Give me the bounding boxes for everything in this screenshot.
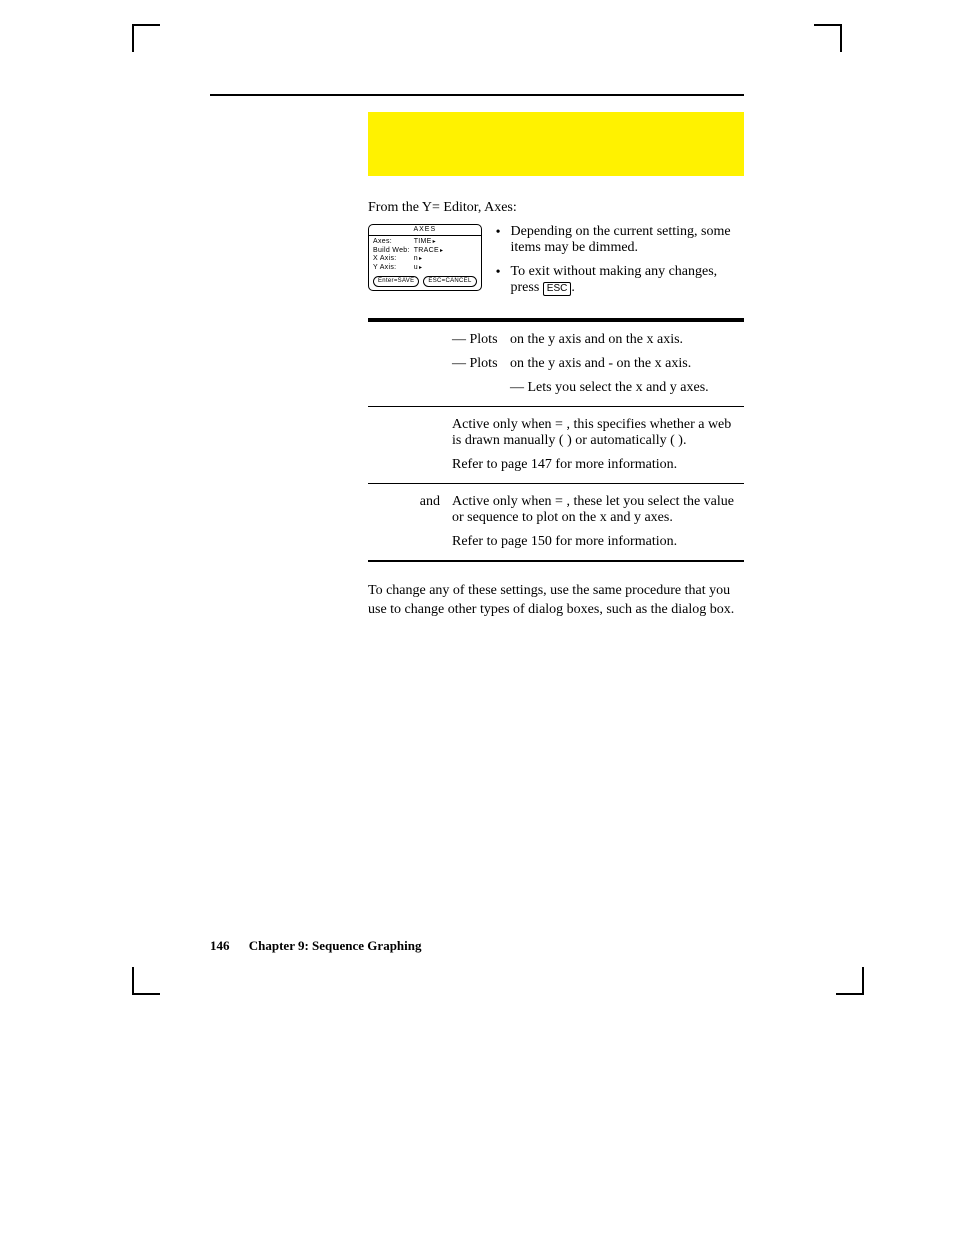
closing-paragraph: To change any of these settings, use the… [368, 582, 744, 620]
page-content: From the Y= Editor, Axes: AXES Axes: Bui… [210, 94, 744, 634]
dialog-value: n [414, 255, 444, 263]
notes-bullets: Depending on the current setting, some i… [496, 224, 744, 304]
axes-custom-line: — Lets you select the x and y axes. [452, 380, 744, 396]
row-body: Active only when = , these let you selec… [452, 494, 744, 550]
desc-text: ) or automatically ( [567, 433, 675, 448]
xaxis-yaxis-line: Active only when = , these let you selec… [452, 494, 744, 526]
row-body: — Plots on the y axis and on the x axis.… [452, 332, 744, 396]
desc-dash: — Plots [452, 356, 498, 372]
bullet-text-part: To exit without making any changes, pres… [511, 264, 718, 295]
row-body: Active only when = , this specifies whet… [452, 417, 744, 473]
desc-dash: — Plots [452, 332, 498, 348]
dialog-value: TIME [414, 238, 444, 246]
axes-dialog-buttons: Enter=SAVE ESC=CANCEL [369, 274, 481, 290]
description-table: — Plots on the y axis and on the x axis.… [368, 320, 744, 562]
dialog-values-column: TIME TRACE n u [414, 238, 444, 272]
table-row: Active only when = , this specifies whet… [368, 407, 744, 484]
esc-key: ESC [543, 282, 572, 296]
top-rule [210, 94, 744, 96]
crop-mark-bottom-right [836, 967, 864, 995]
dialog-labels-column: Axes: Build Web: X Axis: Y Axis: [373, 238, 410, 272]
desc-text: ). [678, 433, 686, 448]
intro-text: From the Y= Editor, Axes: [368, 200, 744, 216]
desc-text: — Lets you select the x and y axes. [510, 380, 709, 395]
bullet-item: To exit without making any changes, pres… [496, 264, 744, 296]
chapter-title: Chapter 9: Sequence Graphing [249, 938, 422, 953]
desc-text: on the x axis. [617, 356, 692, 371]
axes-time-line: — Plots on the y axis and on the x axis. [452, 332, 744, 348]
dialog-label: Y Axis: [373, 264, 410, 272]
closing-text-b: dialog box. [671, 602, 734, 617]
dialog-value: TRACE [414, 247, 444, 255]
axes-dialog: AXES Axes: Build Web: X Axis: Y Axis: TI… [368, 224, 482, 291]
content-column: From the Y= Editor, Axes: AXES Axes: Bui… [368, 112, 744, 620]
row-label: and [368, 494, 452, 550]
desc-text: on the x axis. [608, 332, 683, 347]
desc-text: = [555, 494, 566, 509]
crop-mark-top-right [814, 24, 842, 52]
bullet-item: Depending on the current setting, some i… [496, 224, 744, 256]
axes-dialog-body: Axes: Build Web: X Axis: Y Axis: TIME TR… [369, 236, 481, 274]
refer-text: Refer to page 147 for more information. [452, 457, 744, 473]
dialog-save-button: Enter=SAVE [373, 276, 419, 287]
desc-text: on the y axis and [510, 356, 608, 371]
notes-row: AXES Axes: Build Web: X Axis: Y Axis: TI… [368, 224, 744, 304]
crop-mark-top-left [132, 24, 160, 52]
dialog-label: Build Web: [373, 247, 410, 255]
highlight-block [368, 112, 744, 176]
desc-text: Active only when [452, 417, 555, 432]
row-label [368, 332, 452, 396]
page-number: 146 [210, 938, 230, 953]
buildweb-line: Active only when = , this specifies whet… [452, 417, 744, 449]
crop-mark-bottom-left [132, 967, 160, 995]
dialog-label: X Axis: [373, 255, 410, 263]
dialog-cancel-button: ESC=CANCEL [423, 276, 476, 287]
table-row: — Plots on the y axis and on the x axis.… [368, 320, 744, 407]
bullet-text: To exit without making any changes, pres… [511, 264, 744, 296]
bullet-text: Depending on the current setting, some i… [511, 224, 744, 256]
page-footer: 146 Chapter 9: Sequence Graphing [210, 938, 422, 954]
desc-text: Active only when [452, 494, 555, 509]
desc-text: - [608, 356, 616, 371]
refer-text: Refer to page 150 for more information. [452, 534, 744, 550]
row-label [368, 417, 452, 473]
desc-text: = [555, 417, 566, 432]
table-row: and Active only when = , these let you s… [368, 484, 744, 562]
dialog-label: Axes: [373, 238, 410, 246]
desc-text: on the y axis and [510, 332, 608, 347]
axes-dialog-title: AXES [369, 225, 481, 236]
dialog-value: u [414, 264, 444, 272]
axes-web-line: — Plots on the y axis and - on the x axi… [452, 356, 744, 372]
